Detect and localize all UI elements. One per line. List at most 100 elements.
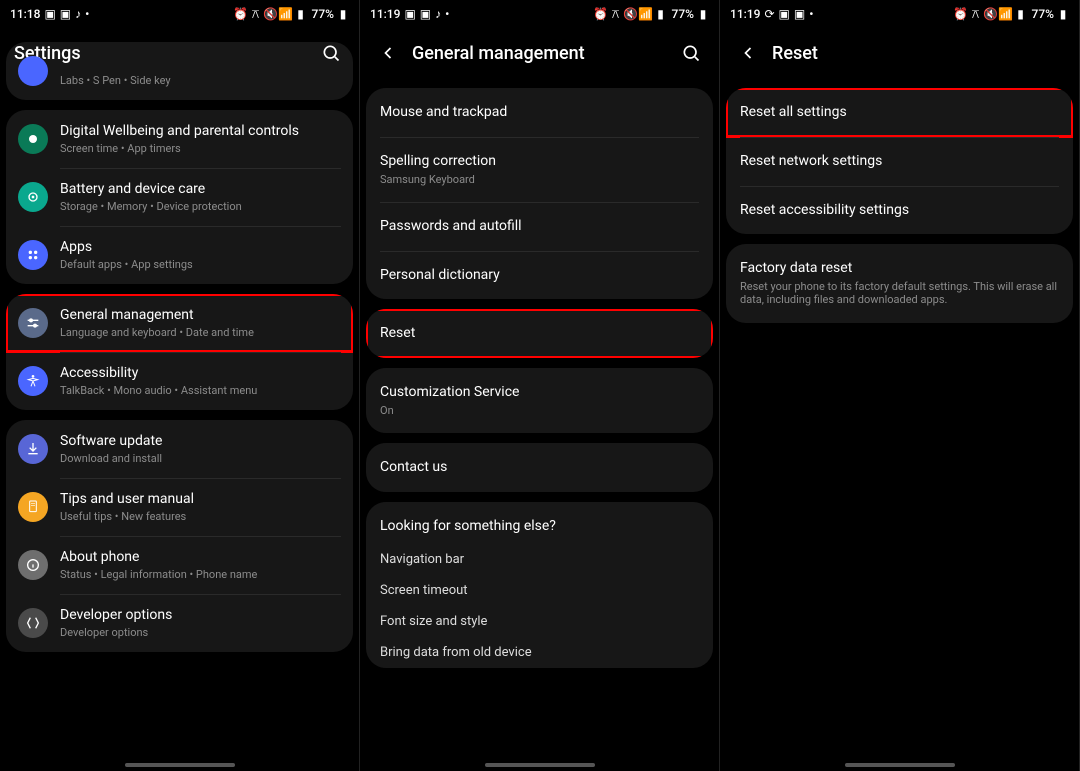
card-general: General management Language and keyboard…	[6, 294, 353, 410]
row-reset-network[interactable]: Reset network settings	[726, 137, 1073, 186]
image-icon: ▣	[794, 7, 805, 21]
row-developer[interactable]: Developer options Developer options	[6, 594, 353, 652]
alarm-icon: ⏰	[595, 8, 607, 20]
link-navigation-bar[interactable]: Navigation bar	[366, 544, 713, 575]
gesture-handle[interactable]	[485, 763, 595, 767]
battery-text: 77%	[672, 7, 694, 21]
row-reset[interactable]: Reset	[366, 309, 713, 358]
row-title: Reset network settings	[740, 153, 1059, 170]
row-title: Reset	[380, 325, 505, 342]
status-time: 11:19	[730, 7, 760, 21]
card-contact-group: Contact us	[366, 443, 713, 492]
search-button[interactable]	[677, 39, 705, 67]
row-title: General management	[60, 307, 254, 324]
row-title: Tips and user manual	[60, 491, 194, 508]
card-reset-options: Reset all settings Reset network setting…	[726, 88, 1073, 234]
suggestions-label: Looking for something else?	[366, 502, 713, 544]
signal-icon: ▮	[295, 8, 307, 20]
about-icon	[18, 550, 48, 580]
row-software-update[interactable]: Software update Download and install	[6, 420, 353, 478]
image-icon: ▣	[44, 7, 55, 21]
tips-icon	[18, 492, 48, 522]
row-general-management[interactable]: General management Language and keyboard…	[6, 294, 353, 352]
row-accessibility[interactable]: Accessibility TalkBack • Mono audio • As…	[6, 352, 353, 410]
row-sub: TalkBack • Mono audio • Assistant menu	[60, 384, 257, 397]
software-update-icon	[18, 434, 48, 464]
row-passwords[interactable]: Passwords and autofill	[366, 202, 713, 251]
row-dictionary[interactable]: Personal dictionary	[366, 251, 713, 300]
row-title: Mouse and trackpad	[380, 104, 699, 121]
link-screen-timeout[interactable]: Screen timeout	[366, 575, 713, 606]
row-title: Customization Service	[380, 384, 699, 401]
mute-icon: 🔇	[625, 8, 637, 20]
signal-icon: ▮	[1015, 8, 1027, 20]
link-font[interactable]: Font size and style	[366, 606, 713, 637]
row-title: Factory data reset	[740, 260, 1059, 277]
row-contact[interactable]: Contact us	[366, 443, 713, 492]
music-icon: ♪	[75, 7, 81, 21]
row-sub: Developer options	[60, 626, 172, 639]
card-partial: Advanced features Labs • S Pen • Side ke…	[6, 42, 353, 100]
music-icon: ♪	[435, 7, 441, 21]
row-title: Spelling correction	[380, 153, 699, 170]
wifi-icon: 📶	[1000, 8, 1012, 20]
row-battery[interactable]: Battery and device care Storage • Memory…	[6, 168, 353, 226]
card-info: Software update Download and install Tip…	[6, 420, 353, 652]
card-reset-group: Reset	[366, 309, 713, 358]
back-icon	[378, 43, 398, 63]
row-customization[interactable]: Customization Service On	[366, 368, 713, 433]
page-title: Reset	[772, 43, 1065, 64]
alarm-icon: ⏰	[235, 8, 247, 20]
mute-icon: 🔇	[265, 8, 277, 20]
header: Reset	[720, 28, 1079, 78]
alarm-icon: ⏰	[955, 8, 967, 20]
image-icon: ▣	[404, 7, 415, 21]
row-sub: Language and keyboard • Date and time	[60, 326, 254, 339]
wifi-icon: 📶	[280, 8, 292, 20]
back-button[interactable]	[374, 39, 402, 67]
row-title: Contact us	[380, 459, 699, 476]
card-customization-group: Customization Service On	[366, 368, 713, 433]
row-advanced-features[interactable]: Advanced features Labs • S Pen • Side ke…	[6, 42, 353, 100]
row-wellbeing[interactable]: Digital Wellbeing and parental controls …	[6, 110, 353, 168]
battery-icon: ▮	[1057, 8, 1069, 20]
row-reset-accessibility[interactable]: Reset accessibility settings	[726, 186, 1073, 235]
mute-icon: 🔇	[985, 8, 997, 20]
link-bring-data[interactable]: Bring data from old device	[366, 637, 713, 668]
wellbeing-icon	[18, 124, 48, 154]
sync-icon: ⟳	[764, 7, 774, 21]
row-reset-all[interactable]: Reset all settings	[726, 88, 1073, 137]
bluetooth-icon: ⚻	[610, 8, 622, 20]
general-icon	[18, 308, 48, 338]
header: General management	[360, 28, 719, 78]
row-title: Apps	[60, 239, 193, 256]
status-bar: 11:18 ▣ ▣ ♪ • ⏰ ⚻ 🔇 📶 ▮ 77% ▮	[0, 0, 359, 28]
back-icon	[738, 43, 758, 63]
row-sub: Samsung Keyboard	[380, 173, 699, 186]
settings-panel: 11:18 ▣ ▣ ♪ • ⏰ ⚻ 🔇 📶 ▮ 77% ▮ Settings	[0, 0, 360, 771]
dot-icon: •	[809, 7, 813, 21]
battery-text: 77%	[1032, 7, 1054, 21]
card-suggestions: Looking for something else? Navigation b…	[366, 502, 713, 668]
back-button[interactable]	[734, 39, 762, 67]
row-tips[interactable]: Tips and user manual Useful tips • New f…	[6, 478, 353, 536]
dot-icon: •	[85, 7, 89, 21]
row-apps[interactable]: Apps Default apps • App settings	[6, 226, 353, 284]
battery-icon: ▮	[697, 8, 709, 20]
search-icon	[681, 43, 701, 63]
card-care: Digital Wellbeing and parental controls …	[6, 110, 353, 284]
accessibility-icon	[18, 366, 48, 396]
row-mouse[interactable]: Mouse and trackpad	[366, 88, 713, 137]
status-bar: 11:19 ▣ ▣ ♪ • ⏰ ⚻ 🔇 📶 ▮ 77% ▮	[360, 0, 719, 28]
gesture-handle[interactable]	[125, 763, 235, 767]
row-title: Reset all settings	[740, 104, 882, 121]
row-about[interactable]: About phone Status • Legal information •…	[6, 536, 353, 594]
row-title: Reset accessibility settings	[740, 202, 1059, 219]
row-title: Digital Wellbeing and parental controls	[60, 123, 299, 140]
row-sub: Reset your phone to its factory default …	[740, 280, 1059, 306]
row-spelling[interactable]: Spelling correction Samsung Keyboard	[366, 137, 713, 202]
row-title: About phone	[60, 549, 257, 566]
row-factory-reset[interactable]: Factory data reset Reset your phone to i…	[726, 244, 1073, 322]
gesture-handle[interactable]	[845, 763, 955, 767]
row-title: Software update	[60, 433, 162, 450]
